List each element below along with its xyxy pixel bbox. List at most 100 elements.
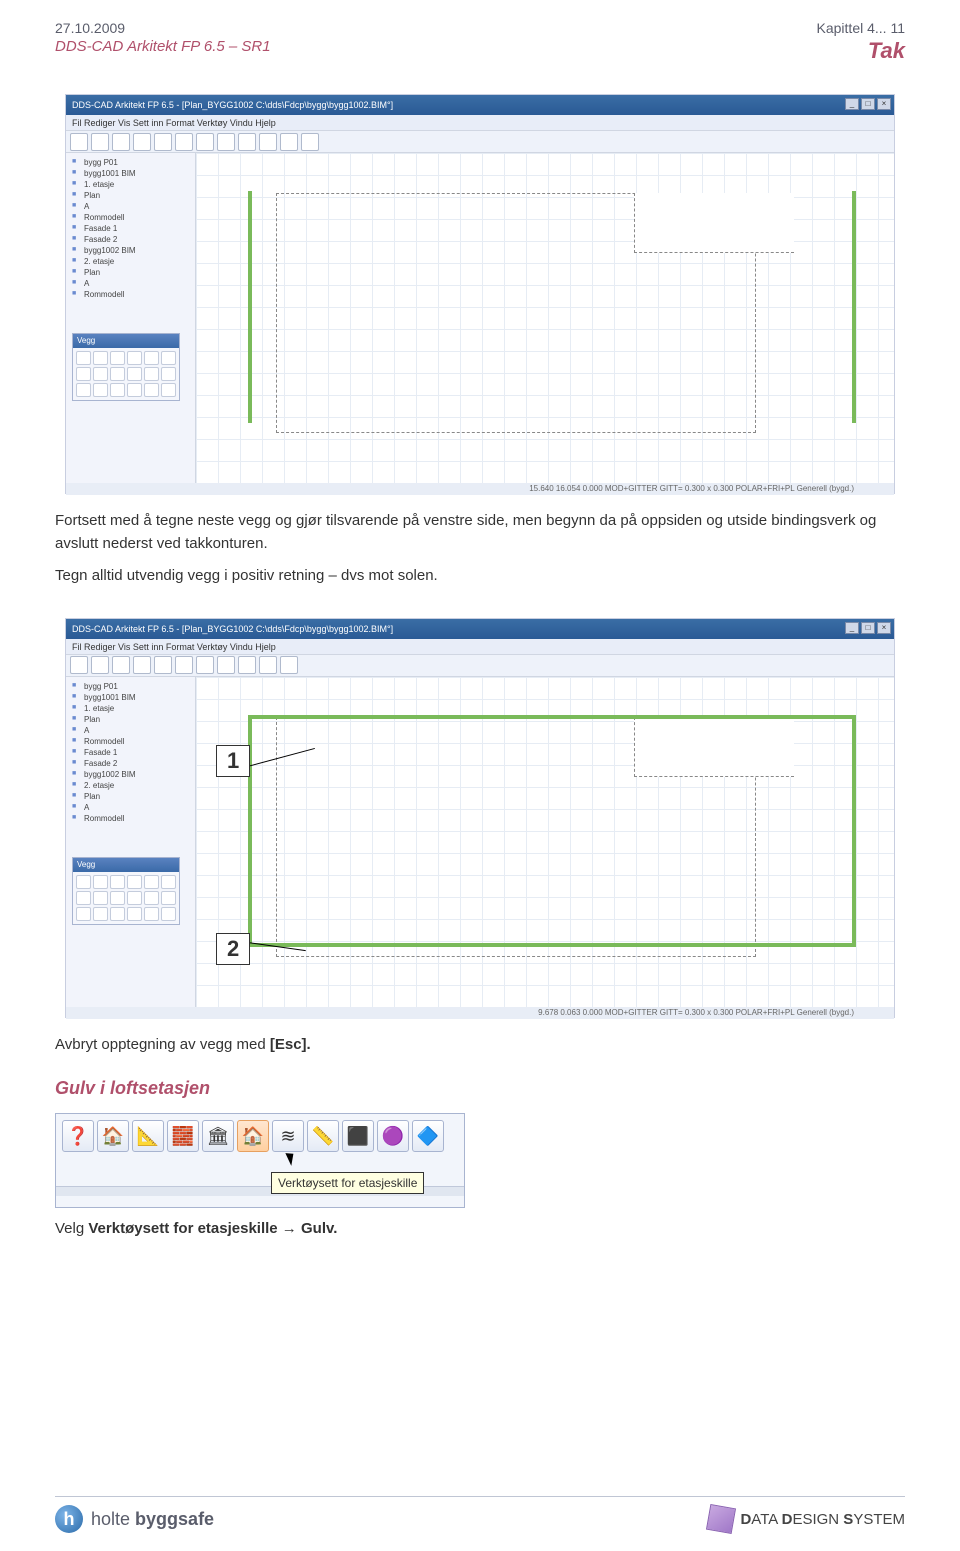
palette-btn[interactable]	[127, 383, 142, 397]
toolbar-btn[interactable]	[196, 656, 214, 674]
tree-item[interactable]: bygg P01	[70, 157, 191, 168]
toolbar-btn[interactable]	[133, 656, 151, 674]
tree-item[interactable]: Fasade 2	[70, 758, 191, 769]
palette-btn[interactable]	[144, 907, 159, 921]
tree-item[interactable]: bygg1002 BIM	[70, 245, 191, 256]
toolbar-btn[interactable]	[175, 133, 193, 151]
minimize-button[interactable]: _	[845, 98, 859, 110]
project-tree[interactable]: bygg P01 bygg1001 BIM 1. etasje Plan A R…	[66, 153, 196, 483]
palette-btn[interactable]	[76, 351, 91, 365]
tree-item[interactable]: bygg P01	[70, 681, 191, 692]
close-button[interactable]: ×	[877, 622, 891, 634]
palette-btn[interactable]	[161, 383, 176, 397]
floorslab-icon[interactable]: 🏠	[237, 1120, 269, 1152]
tree-item[interactable]: A	[70, 278, 191, 289]
tree-item[interactable]: 2. etasje	[70, 256, 191, 267]
tree-item[interactable]: A	[70, 201, 191, 212]
toolbar-btn[interactable]	[238, 656, 256, 674]
tree-item[interactable]: A	[70, 725, 191, 736]
tree-item[interactable]: Rommodell	[70, 289, 191, 300]
menubar[interactable]: Fil Rediger Vis Sett inn Format Verktøy …	[66, 639, 894, 655]
toolbar-btn[interactable]	[70, 133, 88, 151]
palette-btn[interactable]	[76, 875, 91, 889]
palette-btn[interactable]	[161, 875, 176, 889]
palette-btn[interactable]	[93, 367, 108, 381]
toolbar-btn[interactable]	[70, 656, 88, 674]
palette-btn[interactable]	[144, 875, 159, 889]
tree-item[interactable]: 2. etasje	[70, 780, 191, 791]
palette-btn[interactable]	[93, 351, 108, 365]
joist-icon[interactable]: ≋	[272, 1120, 304, 1152]
tree-item[interactable]: Plan	[70, 791, 191, 802]
palette-btn[interactable]	[144, 351, 159, 365]
toolbar-btn[interactable]	[175, 656, 193, 674]
toolbar-btn[interactable]	[91, 133, 109, 151]
palette-btn[interactable]	[76, 891, 91, 905]
help-icon[interactable]: ❓	[62, 1120, 94, 1152]
palette-btn[interactable]	[76, 383, 91, 397]
project-tree[interactable]: bygg P01 bygg1001 BIM 1. etasje Plan A R…	[66, 677, 196, 1007]
toolbar-btn[interactable]	[238, 133, 256, 151]
toolbar-btn[interactable]	[133, 133, 151, 151]
palette-btn[interactable]	[110, 367, 125, 381]
tree-item[interactable]: Plan	[70, 714, 191, 725]
palette-btn[interactable]	[110, 875, 125, 889]
toolbar-btn[interactable]	[196, 133, 214, 151]
tree-item[interactable]: Rommodell	[70, 212, 191, 223]
toolbar-btn[interactable]	[259, 133, 277, 151]
minimize-button[interactable]: _	[845, 622, 859, 634]
palette-btn[interactable]	[161, 351, 176, 365]
toolbar-btn[interactable]	[280, 133, 298, 151]
palette-btn[interactable]	[144, 367, 159, 381]
toolbar-btn[interactable]	[154, 656, 172, 674]
wall-icon[interactable]: 📐	[132, 1120, 164, 1152]
maximize-button[interactable]: □	[861, 98, 875, 110]
drawing-canvas[interactable]	[196, 153, 894, 483]
palette-btn[interactable]	[93, 875, 108, 889]
palette-btn[interactable]	[93, 891, 108, 905]
tree-item[interactable]: Plan	[70, 190, 191, 201]
tree-item[interactable]: 1. etasje	[70, 179, 191, 190]
tree-item[interactable]: Rommodell	[70, 813, 191, 824]
palette-btn[interactable]	[76, 907, 91, 921]
palette-btn[interactable]	[161, 907, 176, 921]
house-icon[interactable]: 🏠	[97, 1120, 129, 1152]
palette-btn[interactable]	[76, 367, 91, 381]
palette-btn[interactable]	[127, 351, 142, 365]
drawing-canvas[interactable]: 1 2	[196, 677, 894, 1007]
palette-btn[interactable]	[161, 891, 176, 905]
toolbar-btn[interactable]	[217, 656, 235, 674]
tree-item[interactable]: Plan	[70, 267, 191, 278]
palette-btn[interactable]	[110, 907, 125, 921]
palette-btn[interactable]	[110, 891, 125, 905]
tree-item[interactable]: bygg1001 BIM	[70, 168, 191, 179]
toolbar-btn[interactable]	[217, 133, 235, 151]
tree-item[interactable]: bygg1001 BIM	[70, 692, 191, 703]
palette-btn[interactable]	[144, 383, 159, 397]
palette-btn[interactable]	[127, 367, 142, 381]
measure-icon[interactable]: 📏	[307, 1120, 339, 1152]
palette-btn[interactable]	[93, 907, 108, 921]
tree-item[interactable]: Fasade 1	[70, 747, 191, 758]
palette-btn[interactable]	[110, 351, 125, 365]
palette-btn[interactable]	[144, 891, 159, 905]
palette-btn[interactable]	[161, 367, 176, 381]
tree-item[interactable]: Rommodell	[70, 736, 191, 747]
tree-item[interactable]: 1. etasje	[70, 703, 191, 714]
tree-item[interactable]: bygg1002 BIM	[70, 769, 191, 780]
toolbar-btn[interactable]	[91, 656, 109, 674]
palette-btn[interactable]	[110, 383, 125, 397]
palette-btn[interactable]	[127, 907, 142, 921]
toolbar-btn[interactable]	[112, 133, 130, 151]
maximize-button[interactable]: □	[861, 622, 875, 634]
close-button[interactable]: ×	[877, 98, 891, 110]
object-icon[interactable]: ⬛	[342, 1120, 374, 1152]
toolbar-btn[interactable]	[259, 656, 277, 674]
shape-icon[interactable]: 🔷	[412, 1120, 444, 1152]
menubar[interactable]: Fil Rediger Vis Sett inn Format Verktøy …	[66, 115, 894, 131]
toolbar-btn[interactable]	[280, 656, 298, 674]
tree-item[interactable]: Fasade 2	[70, 234, 191, 245]
toolbar-btn[interactable]	[154, 133, 172, 151]
toolbar-btn[interactable]	[112, 656, 130, 674]
column-icon[interactable]: 🏛	[202, 1120, 234, 1152]
